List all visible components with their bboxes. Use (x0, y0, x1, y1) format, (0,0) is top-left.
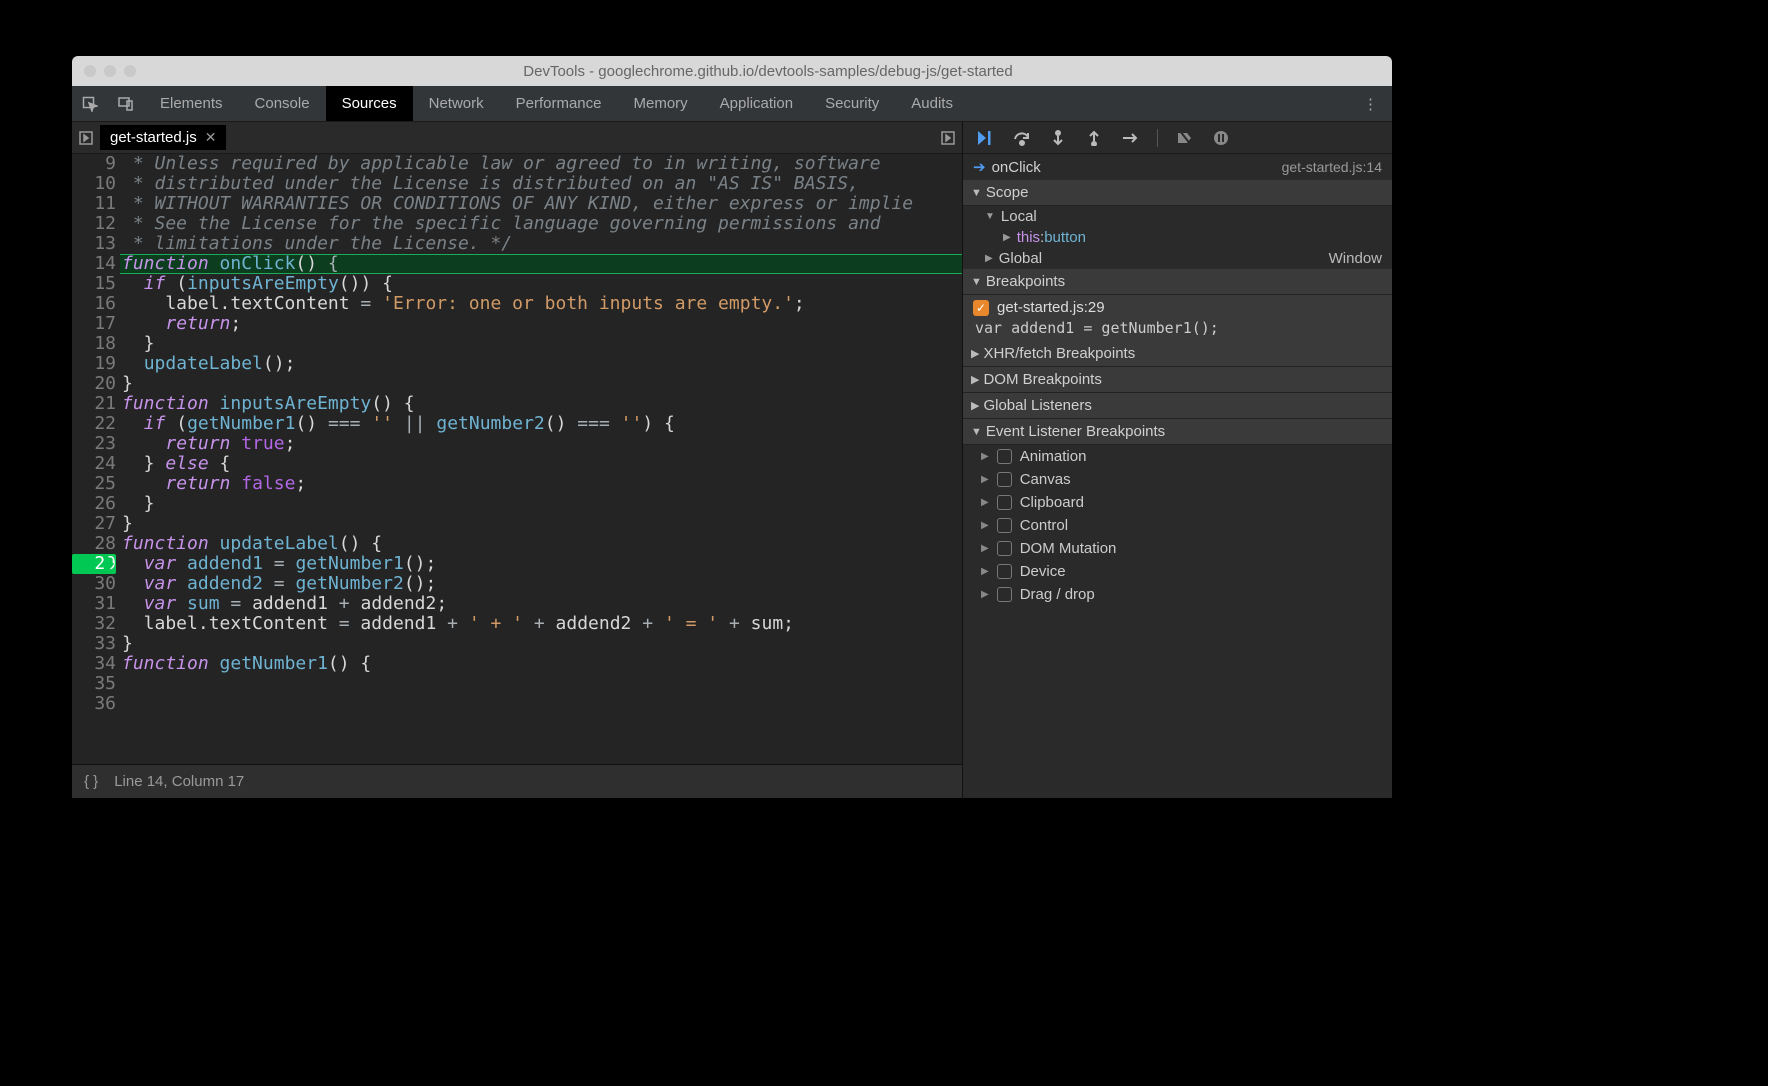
zoom-dot[interactable] (124, 65, 136, 77)
main-area: get-started.js ✕ 91011121314151617181920… (72, 122, 1392, 798)
minimize-dot[interactable] (104, 65, 116, 77)
step-over-icon[interactable] (1013, 130, 1031, 146)
event-list: ▶Animation▶Canvas▶Clipboard▶Control▶DOM … (963, 445, 1392, 606)
resume-icon[interactable] (977, 130, 995, 146)
xhr-breakpoints-header[interactable]: ▶XHR/fetch Breakpoints (963, 341, 1392, 367)
breakpoint-label: get-started.js:29 (997, 299, 1105, 316)
scope-global[interactable]: ▶GlobalWindow (963, 248, 1392, 269)
breakpoint-preview: var addend1 = getNumber1(); (973, 319, 1382, 337)
tab-security[interactable]: Security (809, 86, 895, 121)
tab-elements[interactable]: Elements (144, 86, 239, 121)
traffic-lights (84, 65, 136, 77)
breakpoints-header[interactable]: ▼Breakpoints (963, 269, 1392, 295)
event-listener-header[interactable]: ▼Event Listener Breakpoints (963, 419, 1392, 445)
event-category[interactable]: ▶Device (963, 560, 1392, 583)
close-tab-icon[interactable]: ✕ (205, 129, 217, 146)
scope-local-var[interactable]: ▶this: button (963, 227, 1392, 248)
format-icon[interactable]: { } (84, 773, 98, 790)
event-category[interactable]: ▶DOM Mutation (963, 537, 1392, 560)
file-tabs: get-started.js ✕ (72, 122, 962, 154)
scope-header[interactable]: ▼Scope (963, 180, 1392, 206)
event-category[interactable]: ▶Clipboard (963, 491, 1392, 514)
device-toggle-icon[interactable] (108, 96, 144, 112)
status-bar: { } Line 14, Column 17 (72, 764, 962, 798)
close-dot[interactable] (84, 65, 96, 77)
tab-network[interactable]: Network (413, 86, 500, 121)
cursor-position: Line 14, Column 17 (114, 773, 244, 790)
show-debugger-icon[interactable] (934, 131, 962, 145)
code-content[interactable]: * Unless required by applicable law or a… (120, 154, 962, 764)
breakpoint-checkbox[interactable]: ✓ (973, 300, 989, 316)
global-listeners-header[interactable]: ▶Global Listeners (963, 393, 1392, 419)
file-tab[interactable]: get-started.js ✕ (100, 125, 226, 150)
call-frame[interactable]: ➔ onClick get-started.js:14 (963, 154, 1392, 180)
tab-console[interactable]: Console (239, 86, 326, 121)
devtools-window: DevTools - googlechrome.github.io/devtoo… (72, 56, 1392, 798)
callframe-loc: get-started.js:14 (1282, 159, 1382, 175)
debugger-pane: ➔ onClick get-started.js:14 ▼Scope ▼Loca… (962, 122, 1392, 798)
titlebar: DevTools - googlechrome.github.io/devtoo… (72, 56, 1392, 86)
scope-local[interactable]: ▼Local (963, 206, 1392, 227)
debug-toolbar (963, 122, 1392, 154)
more-icon[interactable]: ⋮ (1349, 95, 1392, 113)
dom-breakpoints-header[interactable]: ▶DOM Breakpoints (963, 367, 1392, 393)
tab-audits[interactable]: Audits (895, 86, 969, 121)
line-gutter[interactable]: 9101112131415161718192021222324252627282… (72, 154, 120, 764)
window-title: DevTools - googlechrome.github.io/devtoo… (156, 63, 1380, 80)
event-category[interactable]: ▶Animation (963, 445, 1392, 468)
panel-tabs: Elements Console Sources Network Perform… (72, 86, 1392, 122)
step-out-icon[interactable] (1085, 130, 1103, 146)
step-icon[interactable] (1121, 131, 1139, 145)
step-into-icon[interactable] (1049, 130, 1067, 146)
pause-exceptions-icon[interactable] (1212, 130, 1230, 146)
event-category[interactable]: ▶Control (963, 514, 1392, 537)
tab-memory[interactable]: Memory (618, 86, 704, 121)
file-tab-label: get-started.js (110, 129, 197, 146)
tab-sources[interactable]: Sources (326, 86, 413, 121)
tab-performance[interactable]: Performance (500, 86, 618, 121)
show-navigator-icon[interactable] (72, 131, 100, 145)
inspect-icon[interactable] (72, 96, 108, 112)
tab-application[interactable]: Application (704, 86, 809, 121)
deactivate-breakpoints-icon[interactable] (1176, 130, 1194, 146)
event-category[interactable]: ▶Drag / drop (963, 583, 1392, 606)
breakpoint-item[interactable]: ✓ get-started.js:29 var addend1 = getNumb… (963, 295, 1392, 341)
editor-pane: get-started.js ✕ 91011121314151617181920… (72, 122, 962, 798)
callframe-arrow-icon: ➔ (973, 158, 986, 176)
event-category[interactable]: ▶Canvas (963, 468, 1392, 491)
callframe-fn: onClick (992, 159, 1041, 176)
code-editor[interactable]: 9101112131415161718192021222324252627282… (72, 154, 962, 764)
